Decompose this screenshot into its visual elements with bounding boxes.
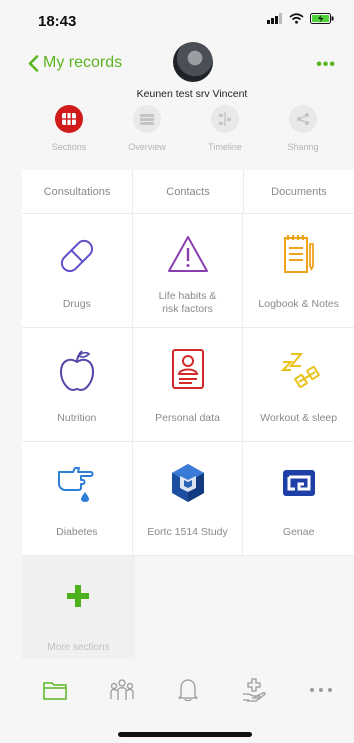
status-icons [267, 13, 334, 24]
tab-community[interactable] [102, 675, 142, 705]
tab-records[interactable] [35, 675, 75, 705]
plus-icon [67, 585, 89, 607]
more-icon [309, 688, 332, 692]
timeline-icon [211, 105, 239, 133]
section-nutrition[interactable]: Nutrition [22, 328, 133, 441]
id-card-icon [171, 349, 204, 389]
section-label: Drugs [62, 298, 91, 310]
hand-cross-icon [243, 678, 267, 702]
bell-icon [178, 679, 198, 702]
back-label: My records [43, 54, 123, 71]
genae-logo-icon [282, 470, 315, 496]
more-sections-row: More sections [22, 556, 354, 659]
tab-notifications[interactable] [168, 675, 208, 705]
tab-overview-label: Overview [128, 142, 166, 152]
section-label: Personal data [155, 412, 220, 424]
section-genae[interactable]: Genae [243, 442, 354, 555]
notebook-icon [283, 235, 314, 273]
chevron-left-icon [28, 54, 39, 72]
nav-bar: My records Keunen test srv Vincent ••• [0, 40, 354, 102]
status-bar: 18:43 [0, 0, 354, 40]
section-diabetes[interactable]: Diabetes [22, 442, 133, 555]
pill-icon [60, 239, 93, 273]
section-label-line: Life habits & [158, 290, 217, 302]
section-label: Genae [282, 526, 315, 538]
patient-name: Keunen test srv Vincent [136, 88, 248, 100]
quick-links-row: Consultations Contacts Documents [22, 170, 354, 214]
battery-icon [310, 13, 334, 24]
tab-overview[interactable]: Overview [108, 105, 186, 163]
empty-space [135, 556, 354, 659]
avatar[interactable] [173, 42, 213, 82]
tab-timeline-label: Timeline [208, 142, 242, 152]
eortc-logo-icon [171, 464, 204, 502]
back-button[interactable]: My records [28, 54, 122, 72]
app-screen: 18:43 My records Keunen test srv Vincent… [0, 0, 354, 743]
section-life-habits[interactable]: Life habits & risk factors [133, 214, 244, 327]
tab-sections-label: Sections [51, 142, 87, 152]
warning-icon [167, 236, 208, 272]
consultations-link[interactable]: Consultations [22, 170, 133, 213]
section-label-line: risk factors [162, 303, 213, 315]
more-sections-button[interactable]: More sections [22, 556, 135, 659]
finger-drop-icon [57, 467, 94, 502]
sections-row: Diabetes Eortc 1514 Study Genae [22, 442, 354, 556]
section-label: Life habits & risk factors [135, 290, 241, 316]
section-drugs[interactable]: Drugs [22, 214, 133, 327]
section-logbook[interactable]: Logbook & Notes [243, 214, 354, 327]
grid-icon [55, 105, 83, 133]
contacts-link[interactable]: Contacts [133, 170, 244, 213]
section-eortc-study[interactable]: Eortc 1514 Study [133, 442, 244, 555]
more-sections-label: More sections [47, 642, 110, 653]
sections-row: Drugs Life habits & risk factors Logbook … [22, 214, 354, 328]
tab-timeline[interactable]: Timeline [186, 105, 264, 163]
section-workout-sleep[interactable]: Workout & sleep [243, 328, 354, 441]
section-label: Workout & sleep [260, 412, 338, 424]
tab-sharing-label: Sharing [287, 142, 319, 152]
section-tabs: Sections Overview Timeline Sharing [30, 105, 354, 163]
section-label: Nutrition [57, 412, 97, 424]
sections-row: Nutrition Personal data Workout & sleep [22, 328, 354, 442]
tab-more[interactable] [301, 675, 341, 705]
apple-icon [59, 350, 94, 392]
people-icon [109, 679, 134, 700]
sections-grid: Consultations Contacts Documents Drugs L… [22, 170, 354, 659]
bottom-tab-bar [22, 665, 354, 715]
share-icon [289, 105, 317, 133]
tab-care[interactable] [234, 675, 274, 705]
tab-sharing[interactable]: Sharing [264, 105, 342, 163]
wifi-icon [289, 13, 304, 24]
folder-icon [43, 682, 67, 700]
tab-sections[interactable]: Sections [30, 105, 108, 163]
status-time: 18:43 [38, 13, 77, 30]
more-options-button[interactable]: ••• [316, 56, 336, 74]
section-personal-data[interactable]: Personal data [133, 328, 244, 441]
section-label: Diabetes [56, 526, 98, 538]
section-label: Eortc 1514 Study [147, 526, 228, 538]
section-label: Logbook & Notes [258, 298, 339, 310]
list-icon [133, 105, 161, 133]
home-indicator [118, 732, 252, 737]
documents-link[interactable]: Documents [244, 170, 354, 213]
signal-icon [267, 13, 282, 24]
dumbbell-sleep-icon [280, 353, 320, 388]
